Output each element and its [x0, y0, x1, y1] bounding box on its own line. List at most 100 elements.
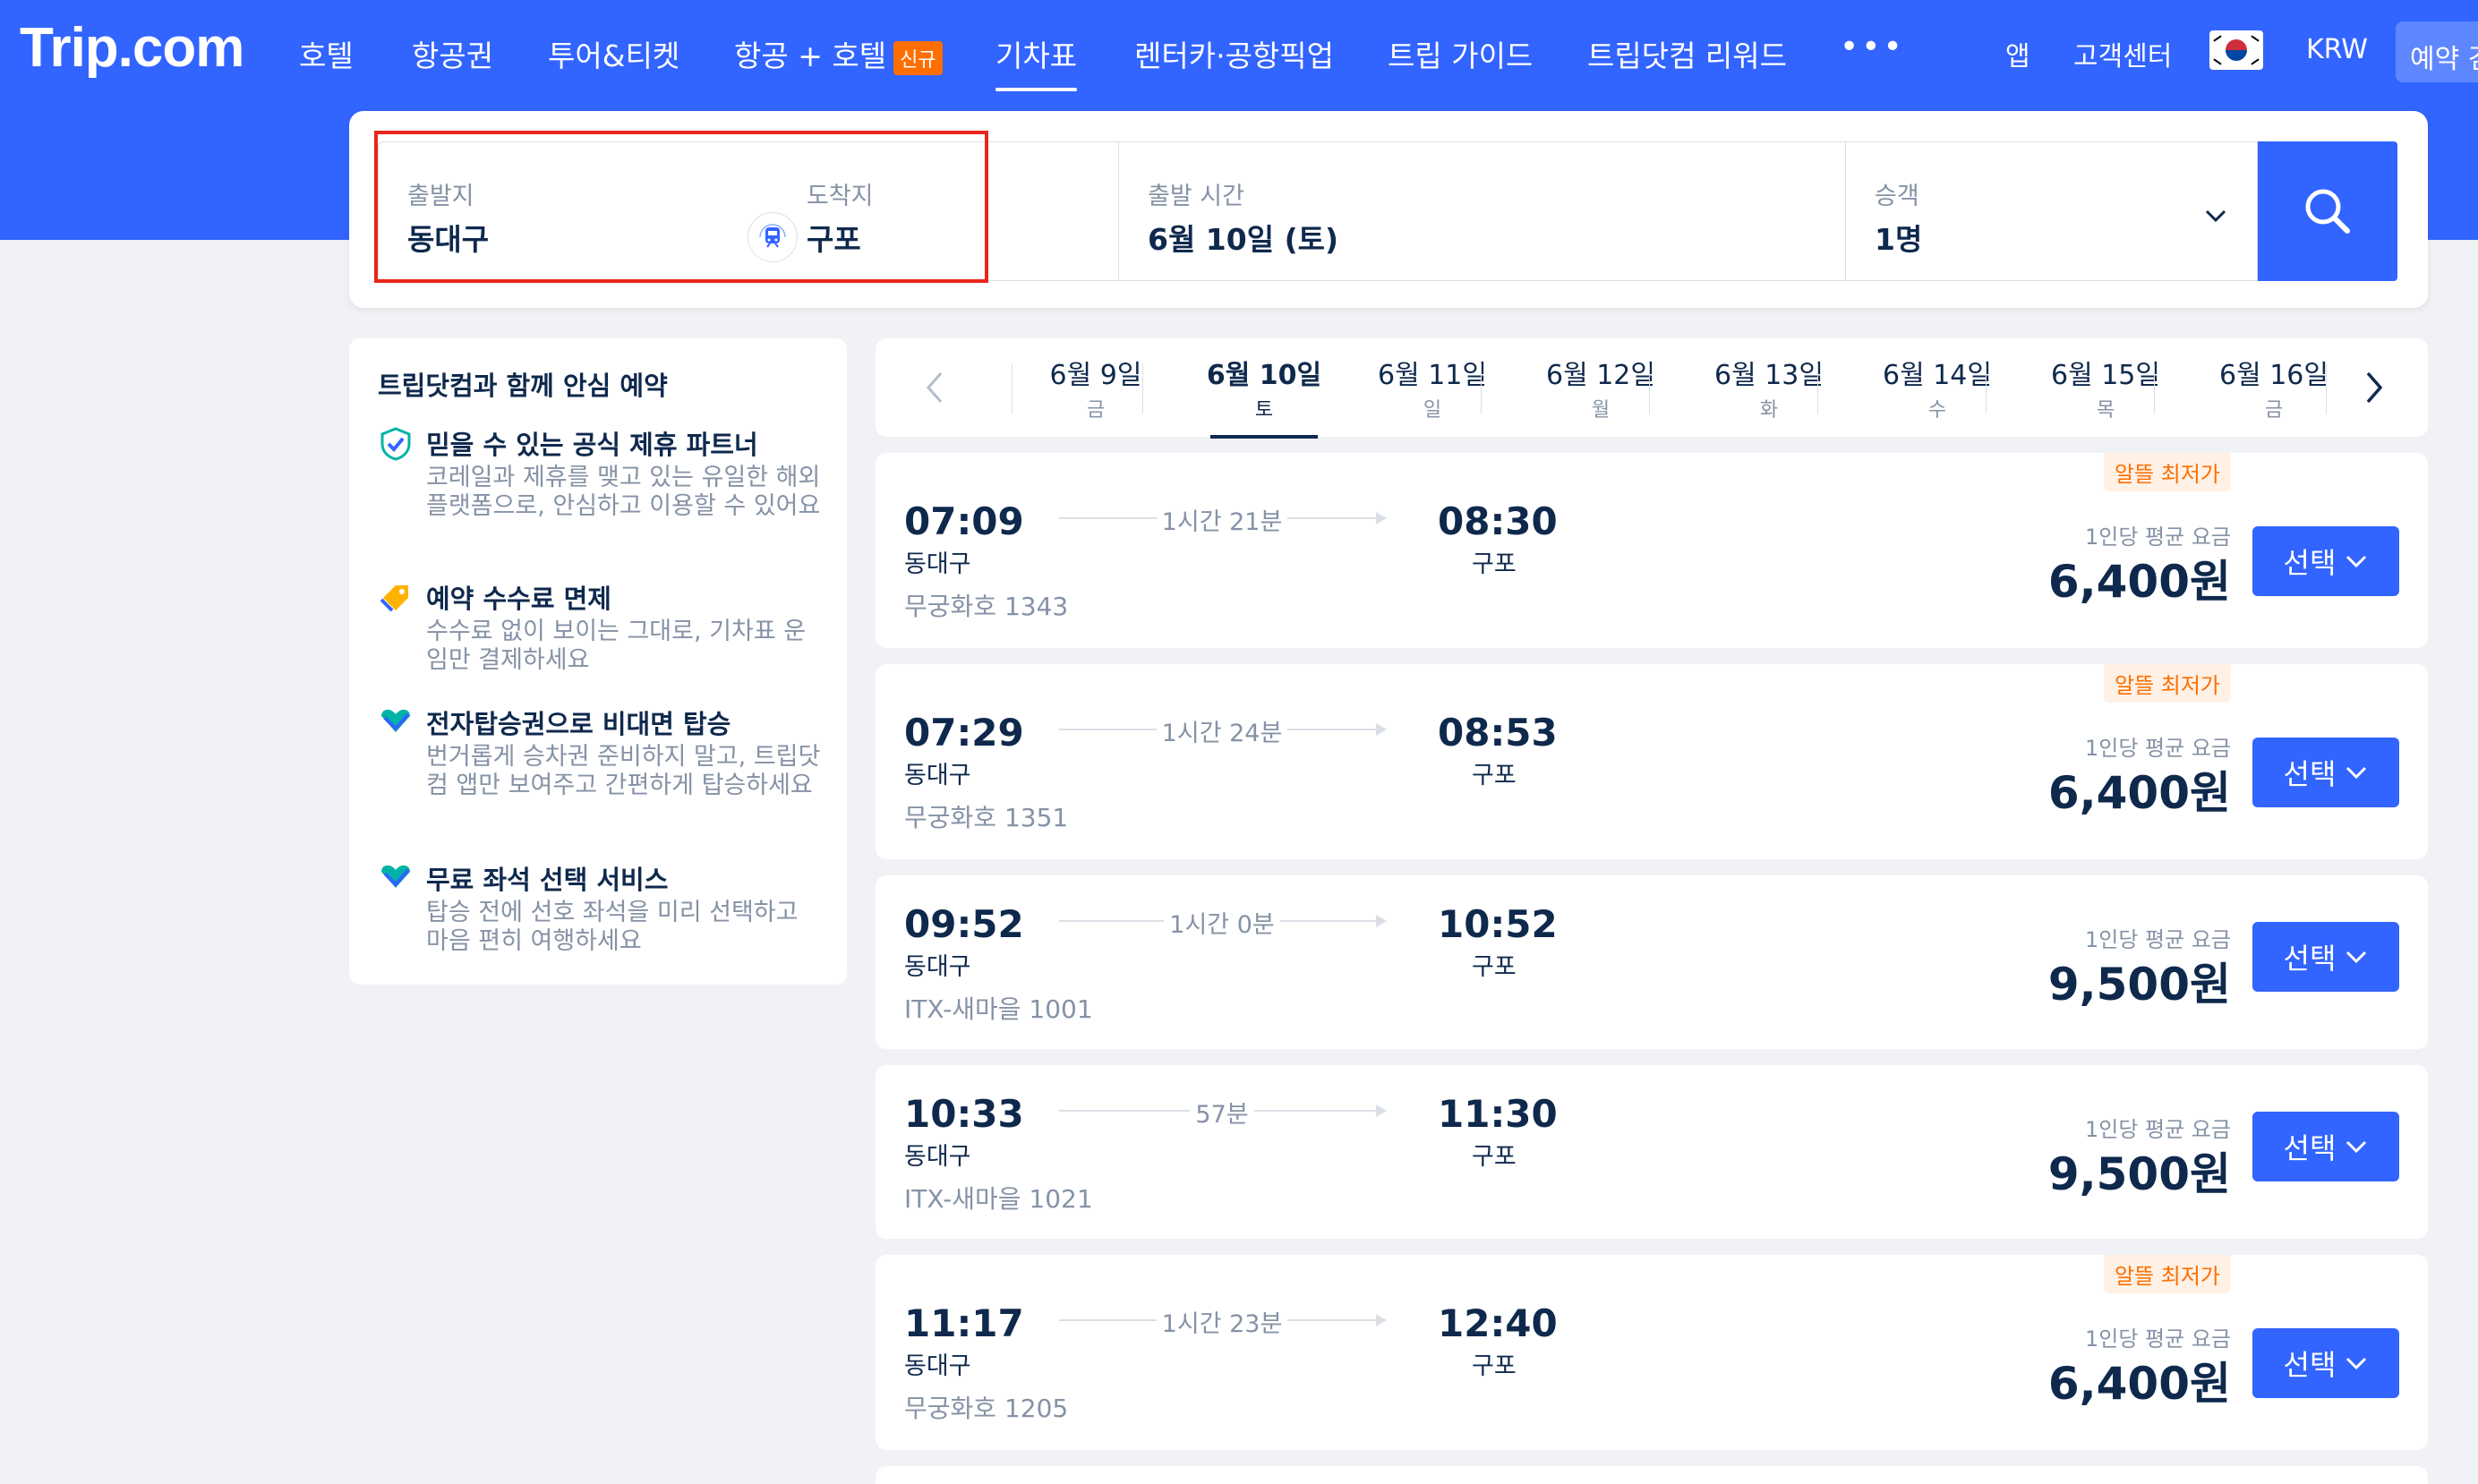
date-tab[interactable]: 6월 13일 화: [1685, 353, 1853, 422]
nav-rewards[interactable]: 트립닷컴 리워드: [1587, 32, 1787, 75]
fare-price: 6,400원: [2047, 1358, 2231, 1410]
departure-station: 동대구: [904, 550, 971, 578]
nav-flights[interactable]: 항공권: [412, 32, 493, 75]
chevron-down-icon: [2346, 1357, 2367, 1370]
nav-tours[interactable]: 투어&티켓: [548, 32, 679, 75]
date-tab[interactable]: 6월 12일 월: [1517, 353, 1685, 422]
chevron-down-icon: [2346, 951, 2367, 964]
departure-time: 07:29: [904, 711, 1024, 755]
date-tab[interactable]: 6월 16일 금: [2190, 353, 2358, 422]
train-number: 무궁화호 1343: [904, 592, 1069, 621]
benefit-desc: 탑승 전에 선호 좌석을 미리 선택하고 마음 편히 여행하세요: [426, 899, 799, 955]
nav-flight-hotel[interactable]: 항공 + 호텔 신규: [734, 32, 943, 75]
safe-booking-sidebar: 트립닷컴과 함께 안심 예약 믿을 수 있는 공식 제휴 파트너 코레일과 제휴…: [349, 338, 847, 985]
from-value[interactable]: 동대구: [407, 216, 489, 259]
select-label: 선택: [2283, 1131, 2337, 1165]
train-result-card-partial[interactable]: [876, 1466, 2428, 1484]
chevron-left-icon[interactable]: [911, 365, 956, 410]
more-menu-icon[interactable]: •••: [1840, 29, 1905, 65]
currency-selector[interactable]: KRW: [2306, 34, 2368, 65]
arrival-time: 12:40: [1438, 1301, 1558, 1345]
nav-app[interactable]: 앱: [2005, 34, 2030, 73]
arrival-station: 구포: [1472, 762, 1517, 789]
benefit-title: 믿을 수 있는 공식 제휴 파트너: [426, 430, 758, 460]
departure-time: 09:52: [904, 902, 1024, 946]
date-tab-date: 6월 15일: [2051, 360, 2160, 391]
departure-time: 11:17: [904, 1301, 1024, 1345]
search-button[interactable]: [2258, 141, 2397, 281]
cheapest-tag: 알뜰 최저가: [2103, 453, 2231, 491]
nav-support[interactable]: 고객센터: [2073, 34, 2172, 73]
duration: 1시간 23분: [1059, 1304, 1385, 1339]
nav-trip-guide[interactable]: 트립 가이드: [1388, 32, 1533, 75]
benefit-desc: 코레일과 제휴를 맺고 있는 유일한 해외 플랫폼으로, 안심하고 이용할 수 …: [426, 464, 821, 520]
select-button[interactable]: 선택: [2252, 738, 2399, 807]
date-selector: 6월 9일 금 6월 10일 토 6월 11일 일 6월 12일 월 6월 13…: [876, 338, 2428, 439]
nav-train[interactable]: 기차표: [995, 32, 1078, 91]
duration: 1시간 24분: [1059, 713, 1385, 748]
date-field[interactable]: 출발 시간 6월 10일 (토): [1119, 141, 1846, 281]
date-tab-day: 수: [1927, 399, 1947, 422]
select-button[interactable]: 선택: [2252, 526, 2399, 596]
date-tab-day: 금: [1086, 399, 1106, 422]
arrival-station: 구포: [1472, 1143, 1517, 1171]
to-label: 도착지: [807, 183, 874, 210]
cheapest-tag: 알뜰 최저가: [2103, 664, 2231, 703]
date-tab-selected[interactable]: 6월 10일 토: [1180, 353, 1348, 439]
trip-logo[interactable]: Trip.com: [20, 16, 244, 80]
select-button[interactable]: 선택: [2252, 922, 2399, 992]
fare-price: 9,500원: [2047, 959, 2231, 1011]
date-tab[interactable]: 6월 14일 수: [1853, 353, 2021, 422]
train-number: ITX-새마을 1001: [904, 994, 1093, 1024]
date-tab[interactable]: 6월 15일 목: [2021, 353, 2190, 422]
departure-time: 10:33: [904, 1092, 1024, 1136]
nav-car-rental[interactable]: 렌터카·공항픽업: [1134, 32, 1334, 75]
chevron-down-icon: [2346, 555, 2367, 568]
fare-price: 6,400원: [2047, 767, 2231, 819]
arrival-station: 구포: [1472, 953, 1517, 981]
date-value: 6월 10일 (토): [1148, 222, 1339, 257]
benefit-desc: 수수료 없이 보이는 그대로, 기차표 운임만 결제하세요: [426, 618, 807, 674]
to-value[interactable]: 구포: [807, 216, 861, 259]
arrival-station: 구포: [1472, 550, 1517, 578]
search-card: 출발지 동대구 도착지 구포 출발 시간 6월 10일 (토) 승객 1명: [349, 111, 2428, 308]
duration-text: 1시간 24분: [1156, 720, 1288, 747]
benefit-title: 무료 좌석 선택 서비스: [426, 865, 669, 895]
heart-check-icon: [381, 865, 410, 888]
chevron-down-icon[interactable]: [2203, 207, 2228, 225]
passenger-field[interactable]: 승객 1명: [1846, 141, 2258, 281]
route-field[interactable]: 출발지 동대구 도착지 구포: [378, 141, 1119, 281]
date-tab[interactable]: 6월 9일 금: [1012, 353, 1180, 422]
train-number: 무궁화호 1205: [904, 1394, 1069, 1423]
select-button[interactable]: 선택: [2252, 1328, 2399, 1398]
sidebar-title: 트립닷컴과 함께 안심 예약: [378, 371, 668, 401]
date-tab-date: 6월 11일: [1378, 360, 1487, 391]
korea-flag-icon[interactable]: [2209, 30, 2263, 70]
train-result-card[interactable]: 알뜰 최저가 11:17 동대구 1시간 23분 12:40 구포 무궁화호 1…: [876, 1255, 2428, 1450]
arrival-station: 구포: [1472, 1352, 1517, 1380]
arrival-time: 10:52: [1438, 902, 1558, 946]
date-tab-date: 6월 13일: [1714, 360, 1824, 391]
duration-text: 1시간 21분: [1156, 508, 1288, 536]
train-result-card[interactable]: 10:33 동대구 57분 11:30 구포 ITX-새마을 1021 1인당 …: [876, 1065, 2428, 1239]
date-tab-day: 금: [2264, 399, 2284, 422]
reservation-search-button[interactable]: 예약 검색: [2396, 21, 2478, 82]
duration-text: 1시간 23분: [1156, 1310, 1288, 1338]
date-tab-date: 6월 16일: [2219, 360, 2328, 391]
select-button[interactable]: 선택: [2252, 1112, 2399, 1181]
chevron-right-icon[interactable]: [2353, 365, 2397, 410]
duration: 57분: [1059, 1095, 1385, 1130]
chevron-down-icon: [2346, 766, 2367, 780]
departure-station: 동대구: [904, 1143, 971, 1171]
train-result-card[interactable]: 알뜰 최저가 07:29 동대구 1시간 24분 08:53 구포 무궁화호 1…: [876, 664, 2428, 859]
arrival-time: 08:53: [1438, 711, 1558, 755]
nav-hotel[interactable]: 호텔: [299, 32, 354, 75]
train-result-card[interactable]: 알뜰 최저가 07:09 동대구 1시간 21분 08:30 구포 무궁화호 1…: [876, 453, 2428, 648]
chevron-down-icon: [2346, 1140, 2367, 1154]
date-tab[interactable]: 6월 11일 일: [1348, 353, 1517, 422]
train-result-card[interactable]: 09:52 동대구 1시간 0분 10:52 구포 ITX-새마을 1001 1…: [876, 875, 2428, 1049]
date-tab-date: 6월 12일: [1546, 360, 1655, 391]
select-label: 선택: [2283, 546, 2337, 580]
swap-train-icon[interactable]: [748, 212, 798, 262]
fare-price: 6,400원: [2047, 556, 2231, 608]
